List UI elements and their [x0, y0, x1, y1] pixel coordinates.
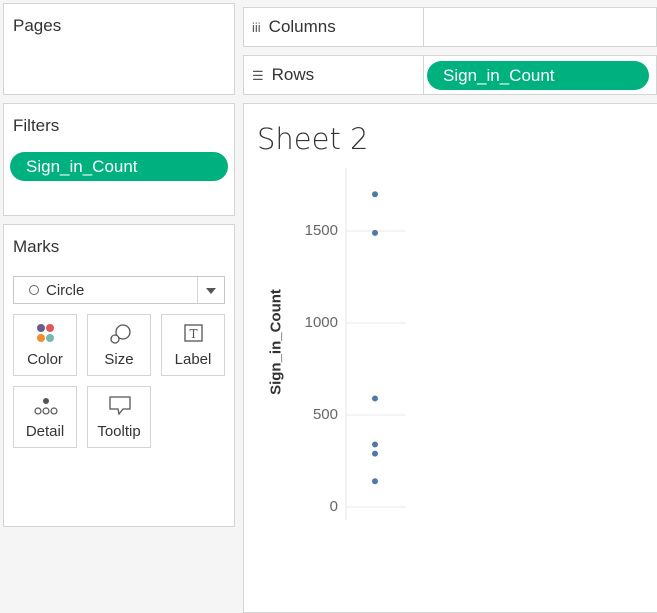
data-point[interactable] — [372, 478, 378, 485]
data-point[interactable] — [372, 191, 378, 198]
data-point[interactable] — [372, 229, 378, 236]
data-point[interactable] — [372, 395, 378, 402]
scatter-chart — [345, 168, 406, 520]
data-point[interactable] — [372, 450, 378, 457]
data-point[interactable] — [372, 441, 378, 448]
